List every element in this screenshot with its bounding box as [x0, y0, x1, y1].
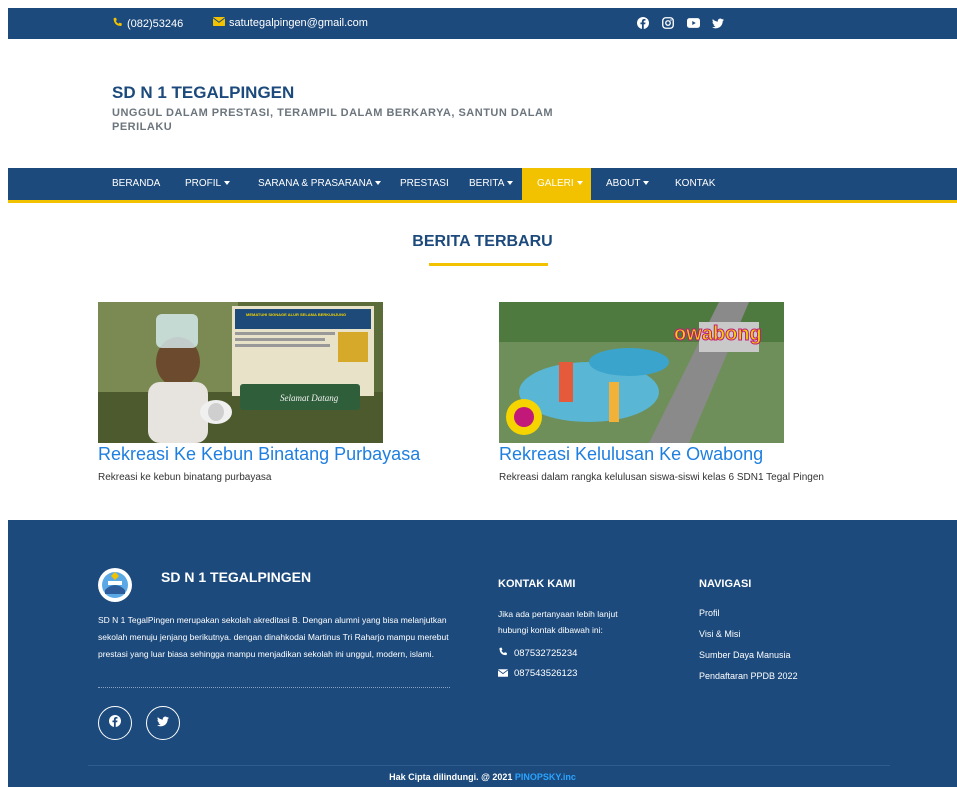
main-nav: BERANDA PROFIL SARANA & PRASARANA PRESTA…	[8, 168, 957, 203]
top-bar: (082)53246 satutegalpingen@gmail.com	[8, 8, 957, 39]
section-heading: BERITA TERBARU	[412, 233, 553, 250]
nav-item-label: PROFIL	[185, 178, 222, 189]
caret-down-icon	[375, 181, 382, 186]
heading-underline	[429, 263, 548, 266]
nav-item-label: SARANA & PRASARANA	[258, 178, 373, 189]
navigasi-heading: NAVIGASI	[699, 578, 752, 590]
caret-down-icon	[224, 181, 231, 186]
school-logo	[98, 568, 132, 602]
nav-item-berita[interactable]: BERITA	[454, 168, 528, 200]
contact-heading: KONTAK KAMI	[498, 578, 576, 590]
caret-down-icon	[507, 181, 514, 186]
nav-item-label: PRESTASI	[400, 178, 449, 189]
footer-twitter-button[interactable]	[146, 706, 180, 740]
contact-email-text: 087543526123	[514, 668, 578, 679]
sign-title: MEMATUHI SIGNAGE ALUR SELAMA BERKUNJUNG	[246, 312, 346, 317]
news-title-2[interactable]: Rekreasi Kelulusan Ke Owabong	[499, 444, 763, 465]
nav-item-kontak[interactable]: KONTAK	[660, 168, 730, 200]
contact-text: Jika ada pertanyaan lebih lanjut hubungi…	[498, 609, 618, 635]
nav-item-prestasi[interactable]: PRESTASI	[385, 168, 464, 200]
footer-description: SD N 1 TegalPingen merupakan sekolah akr…	[98, 615, 449, 659]
phone-icon	[498, 646, 508, 662]
divider	[98, 687, 450, 688]
topbar-email[interactable]: satutegalpingen@gmail.com	[212, 17, 368, 29]
nav-item-beranda[interactable]: BERANDA	[97, 168, 175, 200]
banner-text: Selamat Datang	[280, 393, 339, 403]
copyright-divider	[88, 765, 890, 766]
news-image-purbayasa[interactable]: MEMATUHI SIGNAGE ALUR SELAMA BERKUNJUNG …	[98, 302, 383, 443]
nav-item-label: BERITA	[469, 178, 505, 189]
page: (082)53246 satutegalpingen@gmail.com SD …	[8, 8, 957, 787]
footer-link-visi-misi[interactable]: Visi & Misi	[699, 629, 740, 639]
envelope-icon	[497, 666, 509, 682]
contact-phone[interactable]: 087532725234	[498, 646, 577, 662]
news-image-owabong[interactable]: owabong	[499, 302, 784, 443]
owabong-logo: owabong	[674, 323, 762, 345]
site-title[interactable]: SD N 1 TEGALPINGEN	[112, 83, 294, 103]
topbar-phone[interactable]: (082)53246	[112, 17, 183, 30]
copyright-text: Hak Cipta dilindungi. @ 2021	[389, 772, 515, 782]
phone-icon	[112, 17, 123, 30]
nav-item-label: KONTAK	[675, 178, 716, 189]
topbar-email-text: satutegalpingen@gmail.com	[229, 17, 368, 29]
news-desc-2: Rekreasi dalam rangka kelulusan siswa-si…	[499, 472, 824, 483]
facebook-icon	[109, 714, 121, 732]
contact-email[interactable]: 087543526123	[497, 666, 578, 682]
facebook-icon[interactable]	[636, 16, 650, 30]
footer: SD N 1 TEGALPINGEN SD N 1 TegalPingen me…	[8, 520, 957, 787]
nav-item-label: GALERI	[537, 178, 574, 189]
caret-down-icon	[643, 181, 650, 186]
nav-item-profil[interactable]: PROFIL	[170, 168, 245, 200]
footer-title: SD N 1 TEGALPINGEN	[161, 569, 312, 585]
contact-phone-text: 087532725234	[514, 648, 578, 659]
topbar-social	[636, 16, 725, 30]
twitter-icon[interactable]	[711, 16, 725, 30]
nav-item-label: BERANDA	[112, 178, 161, 189]
footer-link-sdm[interactable]: Sumber Daya Manusia	[699, 650, 791, 660]
envelope-icon	[212, 17, 226, 29]
instagram-icon[interactable]	[661, 16, 675, 30]
nav-item-galeri[interactable]: GALERI	[522, 168, 591, 200]
copyright-brand-link[interactable]: PINOPSKY.inc	[515, 772, 576, 782]
nav-item-label: ABOUT	[606, 178, 641, 189]
site-tagline: UNGGUL DALAM PRESTASI, TERAMPIL DALAM BE…	[112, 107, 554, 133]
footer-link-profil[interactable]: Profil	[699, 608, 720, 618]
nav-item-about[interactable]: ABOUT	[591, 168, 664, 200]
caret-down-icon	[576, 181, 583, 186]
nav-item-sarana-prasarana[interactable]: SARANA & PRASARANA	[243, 168, 396, 200]
topbar-phone-text: (082)53246	[127, 17, 184, 30]
news-title-1[interactable]: Rekreasi Ke Kebun Binatang Purbayasa	[98, 444, 420, 465]
news-desc-1: Rekreasi ke kebun binatang purbayasa	[98, 472, 272, 483]
footer-facebook-button[interactable]	[98, 706, 132, 740]
twitter-icon	[157, 714, 169, 732]
footer-link-ppdb[interactable]: Pendaftaran PPDB 2022	[699, 671, 798, 681]
youtube-icon[interactable]	[686, 16, 700, 30]
copyright: Hak Cipta dilindungi. @ 2021 PINOPSKY.in…	[8, 772, 957, 782]
